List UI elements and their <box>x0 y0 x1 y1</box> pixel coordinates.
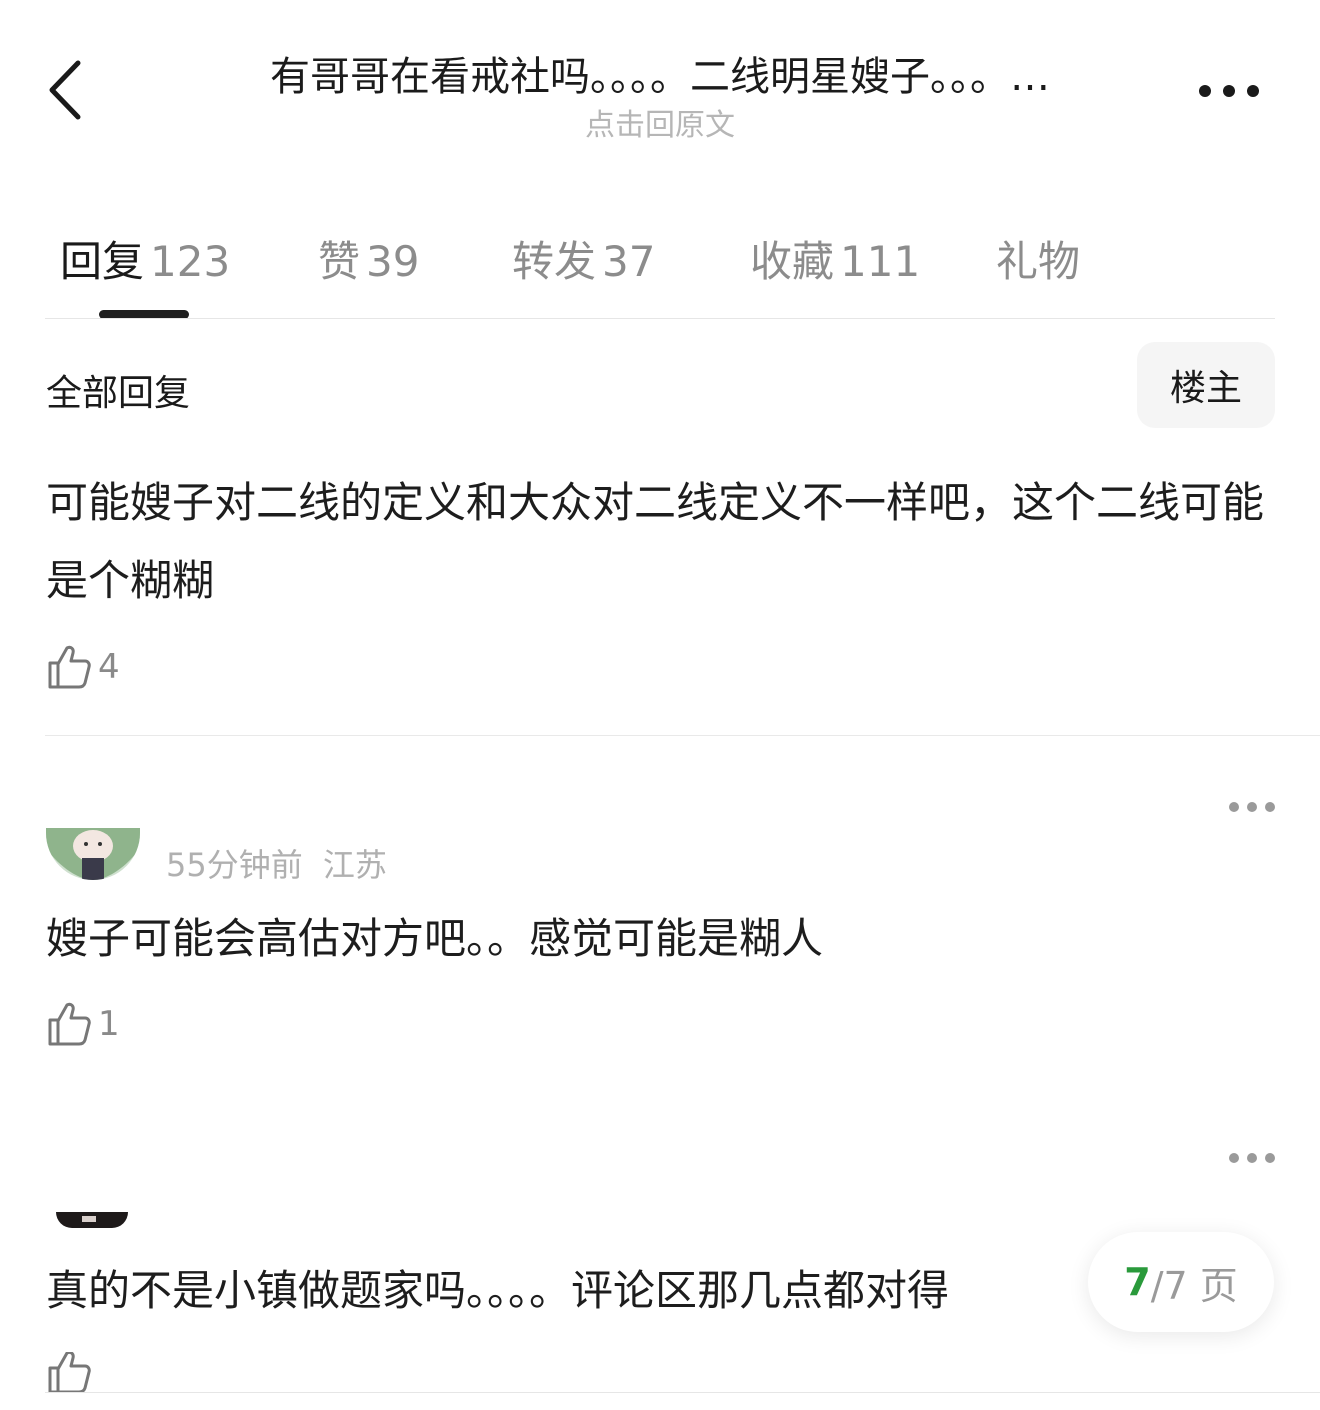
tab-gifts[interactable]: 礼物 <box>996 228 1080 289</box>
tab-bar: 回复 123 赞 39 转发 37 收藏 111 礼物 <box>0 200 1320 320</box>
thumbs-up-icon <box>48 1352 91 1392</box>
comment-more-button[interactable] <box>1228 799 1276 813</box>
avatar[interactable] <box>46 828 140 880</box>
page-indicator[interactable]: 7/7 页 <box>1088 1232 1274 1332</box>
tab-label: 礼物 <box>996 237 1081 286</box>
tab-likes[interactable]: 赞 39 <box>318 228 419 289</box>
bottom-divider <box>45 1392 1320 1393</box>
total-pages: /7 页 <box>1150 1263 1238 1308</box>
tab-label: 转发 <box>512 237 597 286</box>
comment-location: 江苏 <box>322 846 387 884</box>
more-button[interactable] <box>1190 70 1270 110</box>
current-page: 7 <box>1124 1260 1151 1304</box>
more-horizontal-icon <box>1229 802 1275 812</box>
comment-divider <box>45 735 1320 736</box>
back-to-original-link[interactable]: 点击回原文 <box>160 100 1160 144</box>
thumbs-up-icon <box>48 645 91 689</box>
post-title[interactable]: 有哥哥在看戒社吗。。。。二线明星嫂子。。。… <box>160 44 1160 102</box>
like-button[interactable]: 1 <box>46 999 120 1049</box>
tab-label: 回复 <box>60 237 145 286</box>
thumbs-up-icon <box>48 1002 91 1046</box>
chevron-left-icon <box>49 60 81 120</box>
op-only-filter-button[interactable]: 楼主 <box>1137 342 1275 428</box>
like-button[interactable]: 4 <box>46 642 120 692</box>
tab-reposts[interactable]: 转发 37 <box>512 228 655 289</box>
tab-count: 37 <box>602 237 656 286</box>
tabs-divider <box>45 318 1275 319</box>
comment-text: 可能嫂子对二线的定义和大众对二线定义不一样吧，这个二线可能是个糊糊 <box>46 478 1265 605</box>
all-replies-heading: 全部回复 <box>46 373 191 414</box>
tab-label: 收藏 <box>750 237 835 286</box>
comment-time: 55分钟前 <box>166 846 303 884</box>
like-button[interactable] <box>46 1352 92 1392</box>
tab-count: 39 <box>366 237 420 286</box>
like-count: 4 <box>98 647 120 687</box>
tab-favorites[interactable]: 收藏 111 <box>750 228 920 289</box>
more-horizontal-icon <box>1229 1153 1275 1163</box>
back-button[interactable] <box>40 55 100 125</box>
tab-replies[interactable]: 回复 123 <box>60 228 230 289</box>
comment-more-button[interactable] <box>1228 1150 1276 1164</box>
tab-count: 111 <box>840 237 921 286</box>
top-bar: 有哥哥在看戒社吗。。。。二线明星嫂子。。。… 点击回原文 <box>0 0 1320 170</box>
like-count: 1 <box>98 1004 120 1044</box>
avatar[interactable] <box>56 1212 128 1228</box>
comment-text: 嫂子可能会高估对方吧。。感觉可能是糊人 <box>46 914 824 963</box>
comment-meta: 55分钟前 江苏 <box>166 840 387 886</box>
more-horizontal-icon <box>1199 85 1259 97</box>
tab-label: 赞 <box>318 237 361 286</box>
comment-text: 真的不是小镇做题家吗。。。。评论区那几点都对得 <box>46 1266 950 1315</box>
tab-count: 123 <box>150 237 231 286</box>
